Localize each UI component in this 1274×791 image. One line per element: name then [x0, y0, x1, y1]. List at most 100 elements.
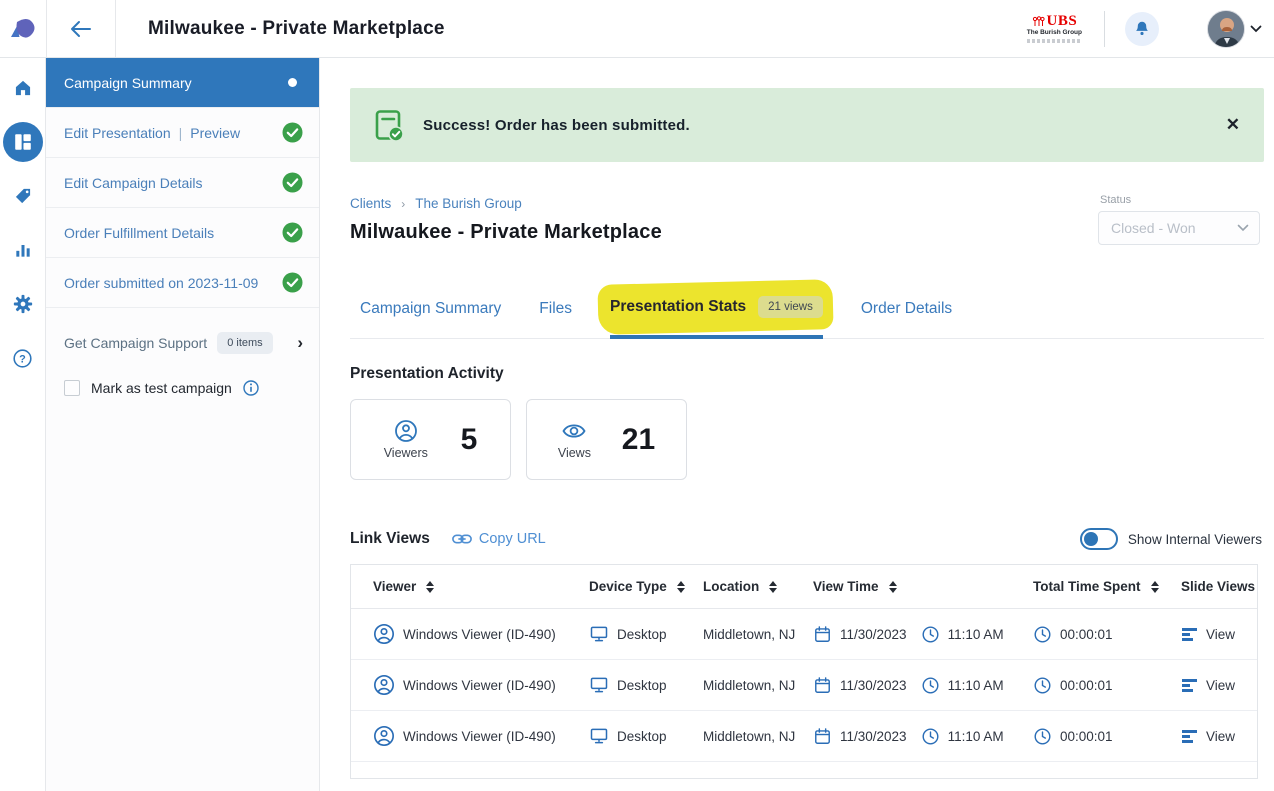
main-content: Success! Order has been submitted. ✕ Cli…: [320, 58, 1274, 791]
test-campaign-checkbox[interactable]: [64, 380, 80, 396]
breadcrumb-clients[interactable]: Clients: [350, 196, 391, 211]
status-label: Status: [1100, 194, 1260, 206]
clock-icon: [921, 625, 940, 644]
viewer-cell: Windows Viewer (ID-490): [351, 623, 589, 645]
views-count-badge: 21 views: [758, 296, 823, 318]
tag-icon: [13, 186, 33, 206]
status-field: Status Closed - Won: [1098, 194, 1260, 245]
user-menu[interactable]: [1207, 10, 1262, 48]
location-cell: Middletown, NJ: [703, 729, 813, 744]
link-views-heading: Link Views: [350, 530, 430, 548]
eye-icon: [561, 419, 587, 443]
slide-views-cell[interactable]: View: [1181, 678, 1257, 693]
banner-close-button[interactable]: ✕: [1226, 115, 1240, 135]
status-select[interactable]: Closed - Won: [1098, 211, 1260, 245]
viewers-card: Viewers 5: [350, 399, 511, 480]
chevron-down-icon: [1237, 224, 1249, 232]
slide-views-cell[interactable]: View: [1181, 627, 1257, 642]
copy-url-button[interactable]: Copy URL: [452, 531, 546, 547]
viewers-value: 5: [461, 423, 478, 457]
window-title: Milwaukee - Private Marketplace: [148, 18, 445, 40]
document-check-icon: [374, 109, 405, 142]
col-device-type[interactable]: Device Type: [589, 579, 703, 594]
app-logo[interactable]: [0, 0, 46, 57]
slide-views-cell[interactable]: View: [1181, 729, 1257, 744]
col-total-time-spent[interactable]: Total Time Spent: [1033, 579, 1181, 594]
device-cell: Desktop: [589, 624, 703, 644]
back-arrow-icon: [69, 19, 93, 39]
step-campaign-summary[interactable]: Campaign Summary: [46, 58, 319, 108]
sort-icon[interactable]: [677, 581, 685, 593]
step-edit-campaign-details[interactable]: Edit Campaign Details: [46, 158, 319, 208]
step-preview-link[interactable]: Preview: [190, 125, 240, 141]
show-internal-viewers-toggle[interactable]: [1080, 528, 1118, 550]
breadcrumb-current[interactable]: The Burish Group: [415, 196, 522, 211]
check-circle-icon: [282, 222, 303, 243]
col-view-time[interactable]: View Time: [813, 579, 1033, 594]
chevron-right-icon: ›: [297, 333, 303, 353]
support-items-badge: 0 items: [217, 332, 272, 354]
sort-icon[interactable]: [1151, 581, 1159, 593]
rail-tags-button[interactable]: [3, 176, 43, 216]
sort-icon[interactable]: [426, 581, 434, 593]
col-location[interactable]: Location: [703, 579, 813, 594]
client-brand-logo: UBS The Burish Group: [1027, 14, 1082, 44]
toggle-label: Show Internal Viewers: [1128, 532, 1262, 547]
success-banner: Success! Order has been submitted. ✕: [350, 88, 1264, 162]
link-views-table: Viewer Device Type Location View Time To…: [350, 564, 1258, 779]
info-icon[interactable]: [243, 380, 259, 396]
back-button[interactable]: [46, 0, 116, 57]
banner-message: Success! Order has been submitted.: [423, 117, 690, 134]
rail-campaigns-button[interactable]: [3, 122, 43, 162]
tab-files[interactable]: Files: [539, 292, 572, 339]
rail-analytics-button[interactable]: [3, 230, 43, 270]
step-order-fulfillment-details[interactable]: Order Fulfillment Details: [46, 208, 319, 258]
total-time-cell: 00:00:01: [1033, 727, 1181, 746]
brand-subtitle: The Burish Group: [1027, 30, 1082, 37]
sort-icon[interactable]: [769, 581, 777, 593]
rail-settings-button[interactable]: [3, 284, 43, 324]
bell-icon: [1133, 19, 1151, 38]
viewers-label: Viewers: [384, 446, 428, 460]
calendar-icon: [813, 625, 832, 644]
link-views-header: Link Views Copy URL Show Internal Viewer…: [350, 528, 1264, 550]
header-divider: [1104, 11, 1105, 47]
slide-views-bars-icon: [1181, 627, 1198, 642]
check-circle-icon: [282, 122, 303, 143]
device-cell: Desktop: [589, 726, 703, 746]
slide-views-bars-icon: [1181, 729, 1198, 744]
table-filler: [351, 762, 1257, 778]
clock-icon: [921, 676, 940, 695]
analytics-bars-icon: [13, 240, 33, 260]
brand-fineprint: [1027, 39, 1081, 43]
step-label: Campaign Summary: [64, 75, 192, 91]
breadcrumb-separator-icon: ›: [401, 197, 405, 211]
tab-campaign-summary[interactable]: Campaign Summary: [360, 292, 501, 339]
step-label: Order Fulfillment Details: [64, 225, 214, 241]
rail-help-button[interactable]: ?: [3, 338, 43, 378]
step-label[interactable]: Edit Presentation: [64, 125, 171, 141]
status-value: Closed - Won: [1111, 220, 1196, 236]
col-viewer[interactable]: Viewer: [351, 579, 589, 594]
viewer-cell: Windows Viewer (ID-490): [351, 725, 589, 747]
step-label: Order submitted on 2023-11-09: [64, 275, 258, 291]
step-order-submitted[interactable]: Order submitted on 2023-11-09: [46, 258, 319, 308]
test-campaign-row: Mark as test campaign: [46, 380, 319, 396]
link-icon: [452, 532, 472, 546]
location-cell: Middletown, NJ: [703, 627, 813, 642]
total-time-cell: 00:00:01: [1033, 676, 1181, 695]
person-circle-icon: [373, 674, 395, 696]
step-edit-presentation[interactable]: Edit Presentation | Preview: [46, 108, 319, 158]
tab-presentation-stats[interactable]: Presentation Stats 21 views: [610, 288, 823, 339]
slide-views-bars-icon: [1181, 678, 1198, 693]
rail-home-button[interactable]: [3, 68, 43, 108]
sort-icon[interactable]: [889, 581, 897, 593]
activity-cards: Viewers 5 Views 21: [350, 399, 1264, 480]
person-circle-icon: [373, 725, 395, 747]
link-views-rows: Windows Viewer (ID-490) Desktop Middleto…: [351, 609, 1257, 762]
viewer-cell: Windows Viewer (ID-490): [351, 674, 589, 696]
tab-order-details[interactable]: Order Details: [861, 292, 952, 339]
notifications-button[interactable]: [1125, 12, 1159, 46]
page-header: Clients › The Burish Group Milwaukee - P…: [350, 196, 1264, 244]
get-campaign-support[interactable]: Get Campaign Support 0 items ›: [46, 332, 319, 354]
